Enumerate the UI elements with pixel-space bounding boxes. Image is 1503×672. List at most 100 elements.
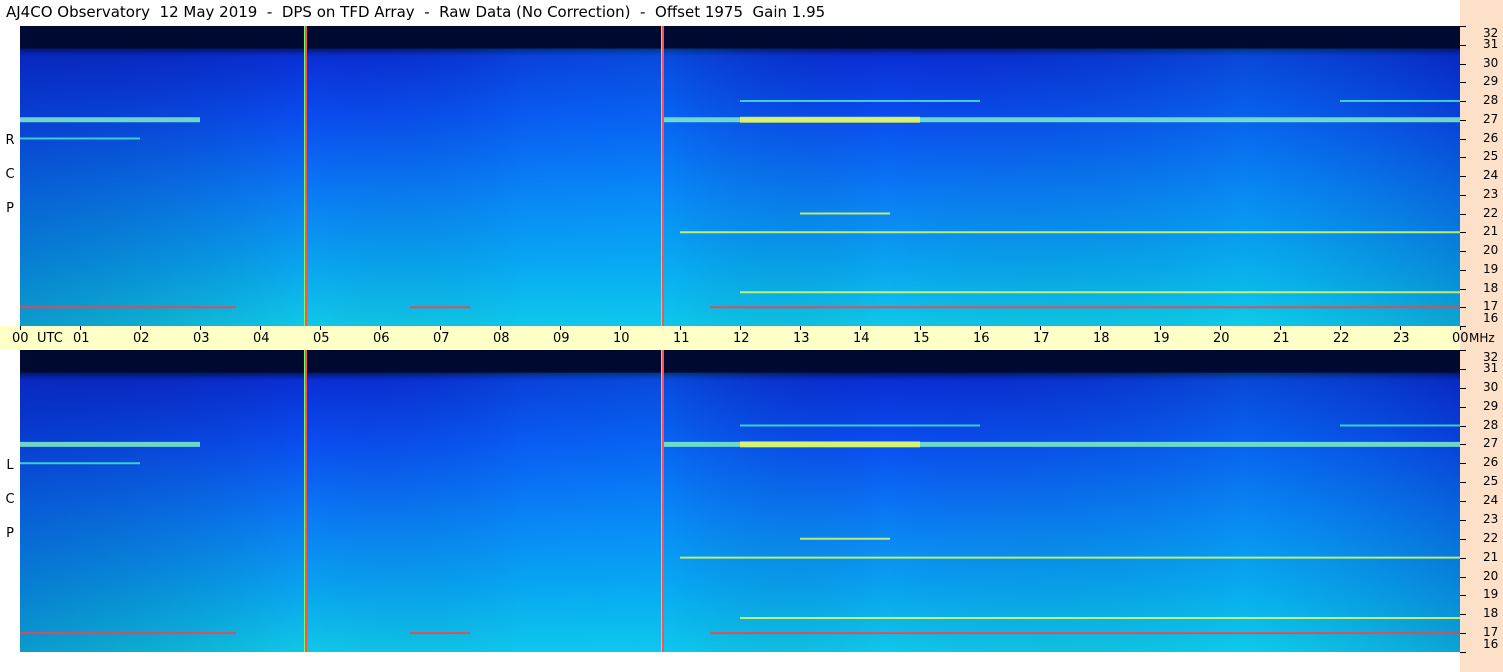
freq-tick-label-30: 30 (1483, 55, 1499, 70)
freq-tick-label-23: 23 (1483, 186, 1499, 201)
time-tick-1 (80, 326, 81, 330)
freq-tick-24 (1460, 176, 1466, 177)
time-tick-20 (1220, 326, 1221, 330)
feature-5-segment-1 (1340, 424, 1460, 427)
freq-tick-24 (1460, 501, 1466, 502)
freq-tick-17 (1460, 307, 1466, 309)
polarization-letter-1: C (5, 492, 15, 507)
feature-6-segment-0 (20, 462, 140, 465)
time-tick-label-15: 15 (913, 331, 930, 346)
time-tick-6 (380, 326, 381, 330)
freq-tick-label-17: 17 (1483, 299, 1499, 314)
freq-tick-label-18: 18 (1483, 280, 1499, 295)
freq-tick-label-29: 29 (1483, 398, 1499, 413)
time-tick-label-9: 09 (553, 331, 570, 346)
feature-1-segment-1 (410, 306, 470, 309)
freq-tick-label-32: 32 (1483, 26, 1499, 40)
time-tick-2 (140, 326, 141, 330)
freq-tick-26 (1460, 138, 1466, 140)
time-tick-11 (680, 326, 681, 330)
time-tick-label-0: 00 (12, 331, 29, 346)
feature-3-segment-0 (680, 231, 1460, 234)
time-tick-14 (860, 326, 861, 330)
utc-label: UTC (37, 331, 63, 346)
feature-1-segment-0 (20, 306, 236, 309)
time-tick-label-21: 21 (1273, 331, 1290, 346)
mhz-label: MHz (1469, 331, 1495, 345)
frequency-axis-rcp: 16 17 18 19 20 21 22 23 24 25 26 27 28 29 30 31 32 (1460, 26, 1503, 327)
spectrogram-diurnal-overlay (20, 26, 1460, 326)
time-axis-bar: 00 01 02 03 04 05 06 07 08 09 10 11 12 13 14 15 16 17 18 19… (0, 326, 1495, 350)
feature-5-segment-1 (1340, 100, 1460, 102)
time-tick-3 (200, 326, 201, 330)
freq-tick-label-21: 21 (1483, 224, 1499, 239)
freq-tick-21 (1460, 557, 1466, 559)
freq-tick-26 (1460, 463, 1466, 465)
time-tick-12 (740, 326, 741, 330)
time-tick-label-12: 12 (733, 331, 750, 346)
time-tick-label-10: 10 (613, 331, 630, 346)
feature-4-segment-0 (800, 212, 890, 215)
freq-tick-30 (1460, 63, 1466, 65)
spectrogram-rcp (20, 26, 1460, 326)
feature-0-peak (740, 441, 920, 448)
freq-tick-label-19: 19 (1483, 261, 1499, 276)
polarization-letter-0: L (6, 458, 14, 473)
freq-tick-22 (1460, 538, 1466, 540)
time-tick-label-4: 04 (253, 331, 270, 346)
freq-tick-label-28: 28 (1483, 417, 1499, 432)
polarization-letter-0: R (5, 133, 15, 148)
feature-2-segment-0 (740, 617, 1460, 620)
time-tick-label-13: 13 (793, 331, 810, 346)
freq-tick-28 (1460, 101, 1466, 102)
time-tick-label-2: 02 (133, 331, 150, 346)
spectrogram-panel-lcp (20, 350, 1460, 652)
freq-tick-31 (1460, 44, 1466, 46)
band-edge-dark (20, 350, 1460, 373)
freq-tick-label-26: 26 (1483, 455, 1499, 470)
time-tick-label-24: 00 (1452, 331, 1469, 346)
feature-1-segment-2 (710, 632, 1460, 635)
freq-tick-18 (1460, 288, 1466, 290)
frequency-axis-lcp: 16 17 18 19 20 21 22 23 24 25 26 27 28 29 30 31 32 (1460, 350, 1503, 653)
time-tick-label-5: 05 (313, 331, 330, 346)
time-tick-label-1: 01 (73, 331, 90, 346)
time-marker-0-green (304, 26, 305, 326)
freq-tick-23 (1460, 194, 1466, 196)
feature-0-peak (740, 116, 920, 123)
time-tick-7 (440, 326, 441, 330)
freq-tick-19 (1460, 269, 1466, 271)
freq-tick-label-27: 27 (1483, 111, 1499, 126)
freq-tick-30 (1460, 387, 1466, 389)
spectrogram-lcp (20, 350, 1460, 652)
time-tick-0 (20, 326, 21, 330)
freq-tick-29 (1460, 406, 1466, 408)
freq-tick-label-20: 20 (1483, 243, 1499, 257)
time-tick-label-7: 07 (433, 331, 450, 346)
freq-tick-label-23: 23 (1483, 511, 1499, 526)
time-tick-13 (800, 326, 801, 330)
feature-1-segment-1 (410, 632, 470, 635)
time-tick-17 (1040, 326, 1041, 330)
time-marker-1-green (661, 26, 662, 326)
freq-tick-label-30: 30 (1483, 379, 1499, 394)
freq-tick-16 (1460, 326, 1466, 327)
time-tick-label-11: 11 (673, 331, 690, 346)
polarization-letter-2: P (6, 201, 14, 216)
freq-tick-18 (1460, 614, 1466, 616)
freq-tick-20 (1460, 251, 1466, 252)
freq-tick-label-28: 28 (1483, 93, 1499, 107)
time-marker-0-green (304, 350, 305, 652)
freq-tick-19 (1460, 595, 1466, 597)
time-tick-21 (1280, 326, 1281, 330)
title-bar: AJ4CO Observatory 12 May 2019 - DPS on T… (0, 0, 1460, 26)
time-tick-label-8: 08 (493, 331, 510, 346)
time-marker-0-red (305, 26, 307, 326)
time-marker-1-red (662, 26, 664, 326)
time-tick-19 (1160, 326, 1161, 330)
freq-tick-label-24: 24 (1483, 168, 1499, 182)
time-tick-4 (260, 326, 261, 330)
time-tick-5 (320, 326, 321, 330)
time-tick-label-20: 20 (1213, 331, 1230, 346)
time-tick-label-16: 16 (973, 331, 990, 346)
